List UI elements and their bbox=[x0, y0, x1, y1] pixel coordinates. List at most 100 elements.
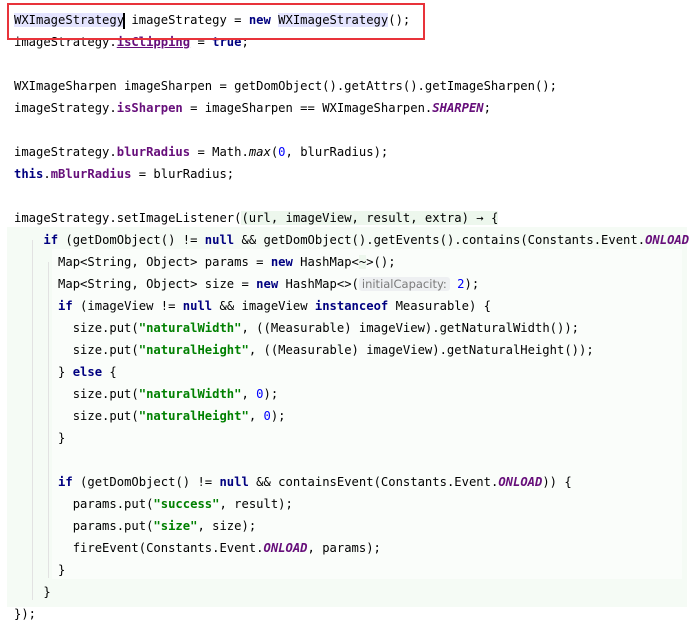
code-line[interactable]: WXImageSharpen imageSharpen = getDomObje… bbox=[14, 75, 557, 97]
code-token: = blurRadius; bbox=[131, 167, 235, 181]
code-token: isSharpen bbox=[116, 101, 183, 115]
code-token: 0 bbox=[263, 409, 271, 423]
code-line[interactable]: size.put("naturalHeight", ((Measurable) … bbox=[14, 339, 594, 361]
code-token: 0 bbox=[256, 387, 264, 401]
code-token: mBlurRadius bbox=[50, 167, 132, 181]
code-token: size.put( bbox=[14, 387, 139, 401]
code-token: ONLOAD bbox=[263, 541, 308, 555]
code-token: , bbox=[248, 409, 264, 423]
code-token: ONLOAD bbox=[645, 233, 689, 247]
code-line[interactable]: if (imageView != null && imageView insta… bbox=[14, 295, 491, 317]
code-line[interactable]: this.mBlurRadius = blurRadius; bbox=[14, 163, 234, 185]
code-token: . bbox=[43, 167, 51, 181]
code-token: >(); bbox=[366, 255, 396, 269]
code-token: Measurable) { bbox=[388, 299, 491, 313]
code-line[interactable]: imageStrategy.isSharpen = imageSharpen =… bbox=[14, 97, 491, 119]
code-token: "naturalHeight" bbox=[138, 343, 249, 357]
code-token: , ((Measurable) imageView).getNaturalWid… bbox=[241, 321, 580, 335]
code-token: )) { bbox=[542, 475, 572, 489]
code-token: size.put( bbox=[14, 409, 139, 423]
code-token: new bbox=[256, 277, 279, 291]
code-token: "naturalWidth" bbox=[138, 321, 242, 335]
code-token: , blurRadius); bbox=[285, 145, 389, 159]
code-token: "size" bbox=[153, 519, 198, 533]
code-token: size.put( bbox=[14, 343, 139, 357]
code-token: SHARPEN bbox=[432, 101, 484, 115]
code-token: if bbox=[58, 299, 73, 313]
code-token: && imageView bbox=[212, 299, 315, 313]
code-token: instanceof bbox=[314, 299, 389, 313]
code-token: = Math. bbox=[190, 145, 249, 159]
code-token: HashMap< bbox=[292, 255, 359, 269]
code-token: , size); bbox=[197, 519, 257, 533]
code-token: "success" bbox=[153, 497, 220, 511]
code-token: } bbox=[14, 431, 66, 445]
code-token: 0 bbox=[278, 145, 286, 159]
code-line[interactable]: params.put("success", result); bbox=[14, 493, 293, 515]
code-line[interactable]: } bbox=[14, 559, 65, 581]
code-token: , ((Measurable) imageView).getNaturalHei… bbox=[248, 343, 594, 357]
code-line[interactable]: size.put("naturalWidth", 0); bbox=[14, 383, 279, 405]
code-token: this bbox=[14, 167, 44, 181]
code-token: size.put( bbox=[14, 321, 139, 335]
code-token: max bbox=[248, 145, 271, 159]
code-line[interactable]: imageStrategy.blurRadius = Math.max(0, b… bbox=[14, 141, 388, 163]
code-line[interactable]: params.put("size", size); bbox=[14, 515, 256, 537]
code-token: (getDomObject() != bbox=[72, 475, 220, 489]
code-token: imageStrategy. bbox=[14, 145, 117, 159]
code-token: ); bbox=[270, 409, 286, 423]
code-line[interactable]: fireEvent(Constants.Event.ONLOAD, params… bbox=[14, 537, 381, 559]
code-line[interactable]: }); bbox=[14, 603, 36, 625]
code-line[interactable]: } bbox=[14, 427, 65, 449]
code-token: && getDomObject().getEvents().contains(C… bbox=[234, 233, 646, 247]
code-token: (getDomObject() != bbox=[58, 233, 205, 247]
code-token: = imageSharpen == WXImageSharpen. bbox=[182, 101, 433, 115]
code-token: params.put( bbox=[14, 497, 154, 511]
annotation-red-box bbox=[7, 3, 425, 40]
code-token: (imageView != bbox=[72, 299, 183, 313]
code-token: } bbox=[14, 365, 73, 379]
code-line[interactable]: size.put("naturalWidth", ((Measurable) i… bbox=[14, 317, 579, 339]
code-editor[interactable]: WXImageStrategy imageStrategy = new WXIm… bbox=[0, 0, 689, 642]
code-token: Map<String, Object> size = bbox=[14, 277, 257, 291]
code-token: ); bbox=[263, 387, 279, 401]
code-token: Map<String, Object> params = bbox=[14, 255, 271, 269]
code-line[interactable]: } bbox=[14, 581, 51, 603]
code-token: "naturalHeight" bbox=[138, 409, 249, 423]
code-token: WXImageSharpen imageSharpen = getDomObje… bbox=[14, 79, 557, 93]
code-token: { bbox=[483, 211, 499, 225]
code-token: , params); bbox=[307, 541, 381, 555]
code-line[interactable]: Map<String, Object> size = new HashMap<>… bbox=[14, 273, 479, 295]
code-token: (url, imageView, result, extra) bbox=[241, 211, 477, 225]
code-token: null bbox=[219, 475, 249, 489]
code-line[interactable]: imageStrategy.setImageListener((url, ima… bbox=[14, 207, 499, 229]
code-token: params.put( bbox=[14, 519, 154, 533]
code-token: new bbox=[270, 255, 293, 269]
code-token: , bbox=[241, 387, 257, 401]
code-token: && containsEvent(Constants.Event. bbox=[248, 475, 499, 489]
code-token: } bbox=[14, 563, 66, 577]
code-token: HashMap<>( bbox=[278, 277, 359, 291]
code-token: ); bbox=[464, 277, 480, 291]
code-token: imageStrategy.setImageListener( bbox=[14, 211, 242, 225]
code-line[interactable]: Map<String, Object> params = new HashMap… bbox=[14, 251, 396, 273]
code-token: , result); bbox=[219, 497, 293, 511]
code-token: ; bbox=[483, 101, 491, 115]
code-token: if bbox=[43, 233, 59, 247]
parameter-hint: initialCapacity: bbox=[358, 277, 450, 291]
code-line[interactable]: size.put("naturalHeight", 0); bbox=[14, 405, 286, 427]
code-token: { bbox=[102, 365, 117, 379]
code-token: ONLOAD bbox=[498, 475, 543, 489]
code-token: }); bbox=[14, 607, 37, 621]
code-line[interactable]: } else { bbox=[14, 361, 117, 383]
code-line[interactable]: if (getDomObject() != null && getDomObje… bbox=[14, 229, 689, 251]
code-token: } bbox=[14, 585, 51, 599]
code-token: if bbox=[58, 475, 73, 489]
code-token: → bbox=[476, 211, 484, 225]
code-token: else bbox=[72, 365, 103, 379]
code-line[interactable]: if (getDomObject() != null && containsEv… bbox=[14, 471, 572, 493]
code-token: imageStrategy. bbox=[14, 101, 117, 115]
